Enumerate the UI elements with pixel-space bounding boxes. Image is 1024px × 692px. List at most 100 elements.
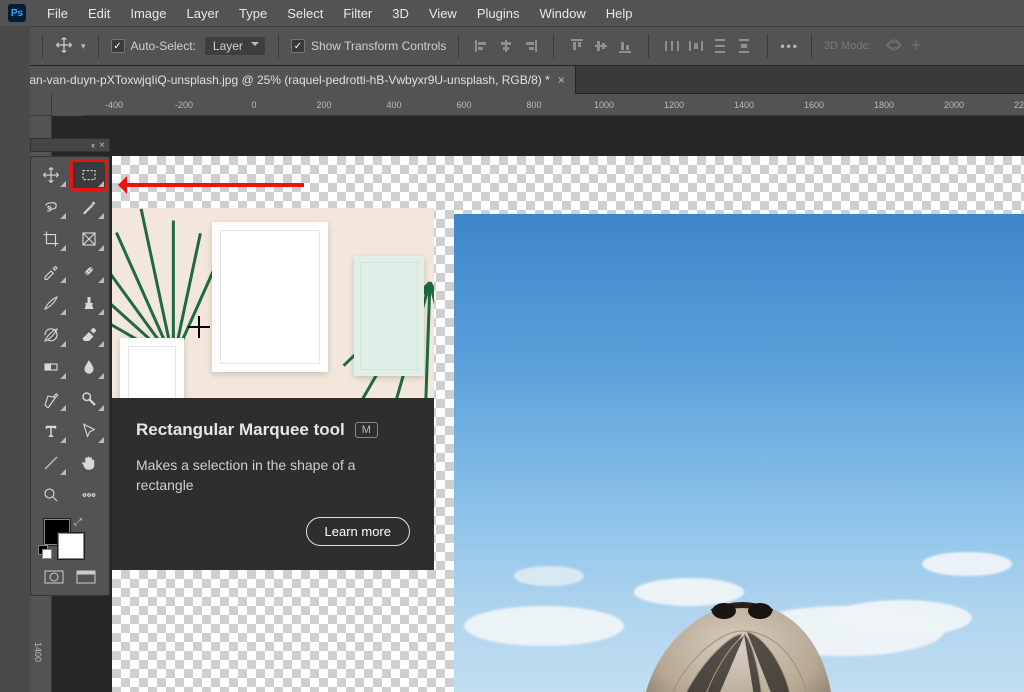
- person-hair: [602, 576, 862, 692]
- menu-bar: Ps File Edit Image Layer Type Select Fil…: [0, 0, 1024, 26]
- menu-filter[interactable]: Filter: [334, 2, 381, 25]
- more-options-icon[interactable]: •••: [780, 39, 799, 53]
- tooltip-preview-image: [112, 208, 434, 398]
- align-group-1: [471, 35, 541, 57]
- tool-preset-chevron-icon[interactable]: ▾: [81, 41, 86, 52]
- crop-tool[interactable]: [34, 225, 68, 253]
- distribute-group: [661, 35, 755, 57]
- edit-toolbar-button[interactable]: [72, 481, 106, 509]
- ruler-h-label: 800: [526, 100, 541, 110]
- pan-icon[interactable]: [908, 37, 924, 56]
- ruler-h-label: 600: [456, 100, 471, 110]
- 3d-mode-icons: [886, 37, 924, 56]
- toolbox-header[interactable]: ‹‹ ×: [30, 138, 110, 152]
- distribute-v-icon[interactable]: [709, 35, 731, 57]
- blur-tool[interactable]: [72, 353, 106, 381]
- align-center-h-icon[interactable]: [495, 35, 517, 57]
- ruler-h-label: 1400: [734, 100, 754, 110]
- menu-layer[interactable]: Layer: [178, 2, 229, 25]
- distribute-h2-icon[interactable]: [685, 35, 707, 57]
- ruler-h-label: 400: [386, 100, 401, 110]
- move-tool[interactable]: [34, 161, 68, 189]
- ruler-h-label: 1600: [804, 100, 824, 110]
- rectangular-marquee-tool[interactable]: [72, 161, 106, 189]
- brush-tool[interactable]: [34, 289, 68, 317]
- move-tool-icon[interactable]: [55, 36, 73, 57]
- clone-stamp-tool[interactable]: [72, 289, 106, 317]
- sky-image-layer: [454, 214, 1024, 692]
- ruler-h-label: 1800: [874, 100, 894, 110]
- align-left-icon[interactable]: [471, 35, 493, 57]
- menu-type[interactable]: Type: [230, 2, 276, 25]
- collapse-chevron-icon[interactable]: ‹‹: [91, 140, 93, 150]
- align-right-icon[interactable]: [519, 35, 541, 57]
- magic-wand-tool[interactable]: [72, 193, 106, 221]
- tooltip-description: Makes a selection in the shape of a rect…: [136, 456, 410, 495]
- document-tab[interactable]: florian-van-duyn-pXToxwjqIiQ-unsplash.jp…: [0, 66, 576, 94]
- canvas-viewport[interactable]: Rectangular Marquee tool M Makes a selec…: [52, 116, 1024, 692]
- eyedropper-tool[interactable]: [34, 257, 68, 285]
- lasso-tool[interactable]: [34, 193, 68, 221]
- history-brush-tool[interactable]: [34, 321, 68, 349]
- close-panel-icon[interactable]: ×: [99, 140, 105, 151]
- spot-healing-tool[interactable]: [72, 257, 106, 285]
- line-tool[interactable]: [34, 449, 68, 477]
- gradient-tool[interactable]: [34, 353, 68, 381]
- tooltip-title: Rectangular Marquee tool: [136, 420, 345, 440]
- color-swatches: ⤢: [34, 515, 106, 563]
- show-transform-label: Show Transform Controls: [311, 39, 446, 53]
- left-gutter: [0, 26, 30, 692]
- document-tab-title: florian-van-duyn-pXToxwjqIiQ-unsplash.jp…: [10, 73, 550, 87]
- ruler-h-label: 0: [251, 100, 256, 110]
- zoom-tool[interactable]: [34, 481, 68, 509]
- distribute-v2-icon[interactable]: [733, 35, 755, 57]
- align-bottom-icon[interactable]: [614, 35, 636, 57]
- type-tool[interactable]: [34, 417, 68, 445]
- menu-window[interactable]: Window: [530, 2, 594, 25]
- auto-select-label: Auto-Select:: [131, 39, 196, 53]
- app-logo[interactable]: Ps: [8, 4, 26, 22]
- ruler-h-label: 2000: [944, 100, 964, 110]
- ruler-h-label: -200: [175, 100, 193, 110]
- dodge-tool[interactable]: [72, 385, 106, 413]
- document-canvas[interactable]: Rectangular Marquee tool M Makes a selec…: [112, 156, 1024, 692]
- auto-select-checkbox[interactable]: Auto-Select:: [111, 39, 196, 53]
- background-color[interactable]: [58, 533, 84, 559]
- menu-view[interactable]: View: [420, 2, 466, 25]
- arrow-shaft: [127, 183, 304, 187]
- hand-tool[interactable]: [72, 449, 106, 477]
- ruler-h-label: 200: [316, 100, 331, 110]
- orbit-icon[interactable]: [886, 37, 902, 56]
- close-tab-icon[interactable]: ×: [558, 73, 565, 87]
- align-top-icon[interactable]: [566, 35, 588, 57]
- learn-more-button[interactable]: Learn more: [306, 517, 410, 546]
- toolbox: ⤢: [30, 156, 110, 596]
- menu-plugins[interactable]: Plugins: [468, 2, 529, 25]
- menu-edit[interactable]: Edit: [79, 2, 119, 25]
- crosshair-cursor-icon: [188, 316, 210, 338]
- swap-colors-icon[interactable]: ⤢: [74, 517, 82, 528]
- eraser-tool[interactable]: [72, 321, 106, 349]
- tool-tooltip: Rectangular Marquee tool M Makes a selec…: [112, 398, 434, 570]
- tooltip-shortcut: M: [355, 422, 378, 438]
- show-transform-checkbox[interactable]: Show Transform Controls: [291, 39, 446, 53]
- pen-tool[interactable]: [34, 385, 68, 413]
- frame-tool[interactable]: [72, 225, 106, 253]
- screen-mode-icon[interactable]: [72, 567, 100, 587]
- menu-3d[interactable]: 3D: [383, 2, 418, 25]
- menu-help[interactable]: Help: [597, 2, 642, 25]
- path-selection-tool[interactable]: [72, 417, 106, 445]
- default-colors-icon[interactable]: [38, 545, 50, 557]
- quick-mask-icon[interactable]: [40, 567, 68, 587]
- ruler-h-label: -400: [105, 100, 123, 110]
- distribute-h-icon[interactable]: [661, 35, 683, 57]
- auto-select-target-dropdown[interactable]: Layer: [204, 36, 266, 56]
- menu-file[interactable]: File: [38, 2, 77, 25]
- align-group-2: [566, 35, 636, 57]
- ruler-origin[interactable]: [30, 94, 52, 116]
- annotation-arrow: [118, 180, 304, 190]
- menu-select[interactable]: Select: [278, 2, 332, 25]
- menu-image[interactable]: Image: [121, 2, 175, 25]
- ruler-horizontal[interactable]: -400 -200 0 200 400 600 800 1000 1200 14…: [82, 94, 1024, 116]
- align-center-v-icon[interactable]: [590, 35, 612, 57]
